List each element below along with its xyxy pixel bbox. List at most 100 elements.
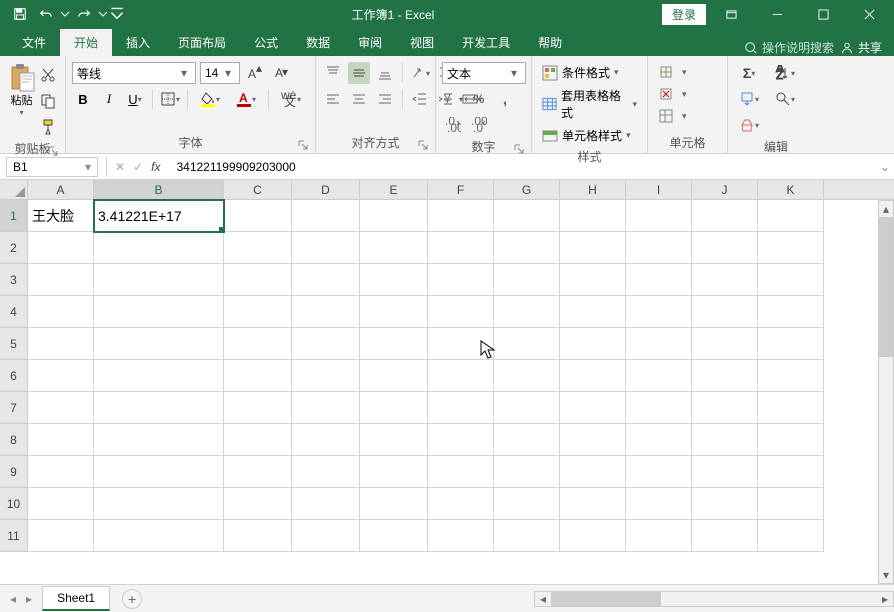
delete-cells-button[interactable]: ▾ xyxy=(654,84,691,104)
cell[interactable] xyxy=(626,520,692,552)
cell[interactable] xyxy=(360,360,428,392)
align-center-icon[interactable] xyxy=(348,88,370,110)
vertical-scrollbar[interactable]: ▴ ▾ xyxy=(878,200,894,584)
underline-icon[interactable]: U▾ xyxy=(124,88,146,110)
hscroll-thumb[interactable] xyxy=(551,592,661,606)
tab-file[interactable]: 文件 xyxy=(8,29,60,56)
name-box[interactable]: B1▾ xyxy=(6,157,98,177)
cell[interactable] xyxy=(626,424,692,456)
sheet-tab[interactable]: Sheet1 xyxy=(42,586,110,611)
row-header[interactable]: 2 xyxy=(0,232,28,264)
cell[interactable] xyxy=(626,328,692,360)
column-header[interactable]: F xyxy=(428,180,494,199)
cell[interactable] xyxy=(224,360,292,392)
cell[interactable] xyxy=(758,264,824,296)
column-header[interactable]: A xyxy=(28,180,94,199)
row-header[interactable]: 5 xyxy=(0,328,28,360)
cell[interactable] xyxy=(626,296,692,328)
row-header[interactable]: 10 xyxy=(0,488,28,520)
tab-dev[interactable]: 开发工具 xyxy=(448,29,524,56)
cell[interactable] xyxy=(560,328,626,360)
cell[interactable] xyxy=(626,200,692,232)
column-header[interactable]: E xyxy=(360,180,428,199)
find-select-icon[interactable]: ▾ xyxy=(770,88,800,110)
cell[interactable] xyxy=(428,296,494,328)
close-icon[interactable] xyxy=(848,0,890,28)
tab-formulas[interactable]: 公式 xyxy=(240,29,292,56)
cell[interactable] xyxy=(560,424,626,456)
cell[interactable] xyxy=(494,488,560,520)
bold-icon[interactable]: B xyxy=(72,88,94,110)
format-painter-icon[interactable] xyxy=(37,116,59,138)
cell[interactable] xyxy=(360,520,428,552)
cell[interactable] xyxy=(428,520,494,552)
cut-icon[interactable] xyxy=(37,64,59,86)
formula-input[interactable]: 341221199909203000 xyxy=(168,160,876,174)
cell[interactable] xyxy=(94,296,224,328)
cell[interactable] xyxy=(94,488,224,520)
border-icon[interactable]: ▾ xyxy=(159,88,181,110)
tell-me-search[interactable]: 操作说明搜索 xyxy=(744,39,834,56)
clipboard-launcher-icon[interactable] xyxy=(47,145,59,157)
cell[interactable] xyxy=(494,392,560,424)
cell[interactable] xyxy=(292,392,360,424)
cell[interactable] xyxy=(758,456,824,488)
cell[interactable] xyxy=(360,392,428,424)
cell[interactable]: 王大脸 xyxy=(28,200,94,232)
accounting-format-icon[interactable]: ¥▾ xyxy=(442,88,464,110)
cell[interactable] xyxy=(28,328,94,360)
cell[interactable] xyxy=(360,200,428,232)
number-format-combo[interactable]: 文本▾ xyxy=(442,62,526,84)
autosum-icon[interactable]: Σ▾ xyxy=(734,62,764,84)
cell[interactable] xyxy=(428,456,494,488)
tab-insert[interactable]: 插入 xyxy=(112,29,164,56)
cell[interactable] xyxy=(360,488,428,520)
tab-data[interactable]: 数据 xyxy=(292,29,344,56)
cell[interactable] xyxy=(692,360,758,392)
scroll-left-icon[interactable]: ◂ xyxy=(535,592,551,606)
row-header[interactable]: 9 xyxy=(0,456,28,488)
tab-nav-next-icon[interactable]: ▸ xyxy=(26,592,32,606)
redo-icon[interactable] xyxy=(72,2,96,26)
clear-icon[interactable]: ▾ xyxy=(734,114,764,136)
conditional-format-button[interactable]: 条件格式▾ xyxy=(538,62,641,83)
cell[interactable] xyxy=(692,232,758,264)
cell[interactable] xyxy=(428,424,494,456)
cell[interactable] xyxy=(626,456,692,488)
cell[interactable] xyxy=(28,520,94,552)
tab-nav-prev-icon[interactable]: ◂ xyxy=(10,592,16,606)
login-button[interactable]: 登录 xyxy=(662,4,706,25)
cell[interactable] xyxy=(94,392,224,424)
align-top-icon[interactable] xyxy=(322,62,344,84)
horizontal-scrollbar[interactable]: ◂ ▸ xyxy=(534,591,894,607)
decrease-indent-icon[interactable] xyxy=(409,88,431,110)
cell[interactable] xyxy=(224,488,292,520)
cell[interactable] xyxy=(428,488,494,520)
cell[interactable] xyxy=(758,328,824,360)
column-header[interactable]: J xyxy=(692,180,758,199)
cell[interactable] xyxy=(28,392,94,424)
cell[interactable] xyxy=(494,360,560,392)
cell[interactable] xyxy=(94,264,224,296)
font-launcher-icon[interactable] xyxy=(297,139,309,151)
cell[interactable] xyxy=(626,232,692,264)
cell[interactable] xyxy=(692,392,758,424)
cell[interactable] xyxy=(224,232,292,264)
cell[interactable] xyxy=(758,488,824,520)
row-header[interactable]: 3 xyxy=(0,264,28,296)
cell[interactable] xyxy=(560,488,626,520)
scroll-up-icon[interactable]: ▴ xyxy=(879,201,893,217)
save-icon[interactable] xyxy=(8,2,32,26)
column-header[interactable]: C xyxy=(224,180,292,199)
cell[interactable] xyxy=(94,328,224,360)
cell[interactable] xyxy=(28,232,94,264)
tab-layout[interactable]: 页面布局 xyxy=(164,29,240,56)
cell[interactable] xyxy=(692,200,758,232)
cell[interactable] xyxy=(224,392,292,424)
cell[interactable] xyxy=(292,520,360,552)
align-middle-icon[interactable] xyxy=(348,62,370,84)
cell[interactable] xyxy=(626,392,692,424)
align-left-icon[interactable] xyxy=(322,88,344,110)
cell[interactable] xyxy=(292,200,360,232)
fill-icon[interactable]: ▾ xyxy=(734,88,764,110)
